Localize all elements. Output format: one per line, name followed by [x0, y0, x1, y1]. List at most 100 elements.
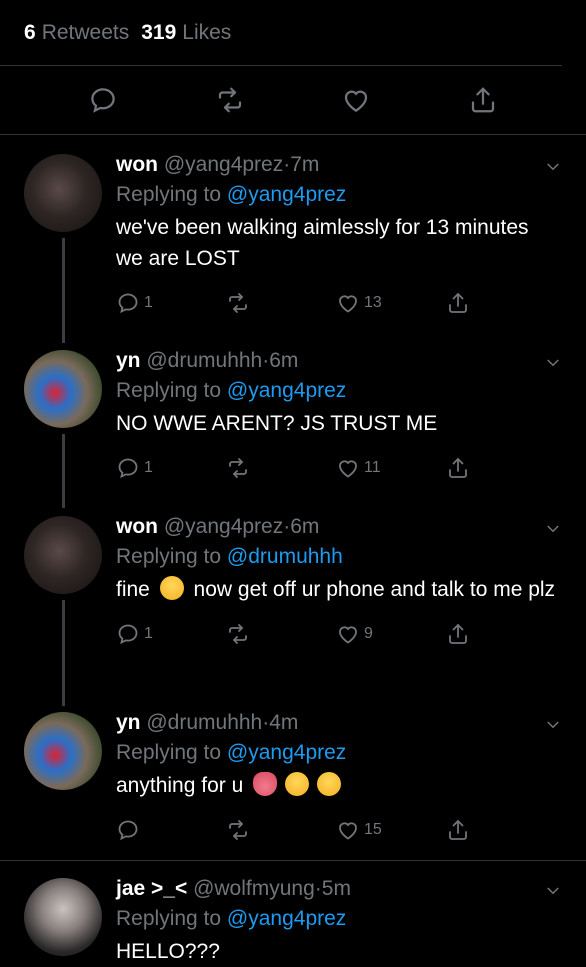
tweet-actions: 1 11	[116, 455, 556, 481]
reply-button[interactable]	[86, 83, 120, 117]
tweet-action-bar	[0, 66, 586, 135]
handle[interactable]: @drumuhhh	[146, 711, 262, 734]
reply-tweet[interactable]: won @yang4prez·6m Replying to @drumuhhh …	[0, 512, 586, 647]
like-button[interactable]	[339, 83, 373, 117]
like-count: 11	[364, 459, 381, 476]
display-name[interactable]: yn	[116, 711, 141, 734]
reply-icon	[118, 820, 138, 841]
reply-icon	[118, 458, 138, 479]
share-button[interactable]	[446, 622, 556, 646]
tweet-text-content: anything for u	[116, 774, 244, 797]
like-count: 9	[364, 625, 373, 642]
display-name[interactable]: jae >_<	[116, 877, 187, 900]
tweet-header: yn @drumuhhh·4m	[116, 711, 299, 734]
avatar[interactable]	[24, 350, 102, 428]
tweet-text: anything for u	[116, 770, 556, 801]
like-icon	[339, 460, 357, 478]
mention-link[interactable]: @drumuhhh	[227, 545, 343, 568]
replying-to: Replying to @yang4prez	[116, 904, 556, 934]
like-count: 15	[364, 821, 382, 838]
chevron-down-icon[interactable]	[544, 354, 562, 372]
reply-tweet[interactable]: won @yang4prez·7m Replying to @yang4prez…	[0, 150, 586, 316]
reply-button[interactable]: 1	[116, 622, 226, 646]
share-button[interactable]	[446, 291, 556, 315]
retweet-button[interactable]	[226, 456, 336, 480]
reply-tweet[interactable]: yn @drumuhhh·4m Replying to @yang4prez a…	[0, 708, 586, 843]
display-name[interactable]: won	[116, 515, 158, 538]
replying-prefix: Replying to	[116, 183, 222, 206]
chevron-down-icon[interactable]	[544, 158, 562, 176]
like-button[interactable]: 11	[336, 456, 446, 480]
like-icon	[339, 822, 357, 840]
display-name[interactable]: yn	[116, 349, 141, 372]
avatar[interactable]	[24, 516, 102, 594]
like-button[interactable]: 9	[336, 622, 446, 646]
timestamp[interactable]: 6m	[269, 349, 298, 372]
tweet-text: we've been walking aimlessly for 13 minu…	[116, 216, 529, 270]
replying-to: Replying to @yang4prez	[116, 376, 556, 406]
likes-label[interactable]: Likes	[182, 21, 231, 45]
reply-count: 1	[144, 459, 153, 476]
reply-icon	[118, 293, 138, 314]
mention-link[interactable]: @yang4prez	[227, 183, 346, 206]
share-icon	[471, 87, 494, 113]
mention-link[interactable]: @yang4prez	[227, 379, 346, 402]
retweet-button[interactable]	[226, 291, 336, 315]
reply-count: 1	[144, 625, 153, 642]
replying-prefix: Replying to	[116, 741, 222, 764]
share-icon	[449, 458, 467, 478]
reply-button[interactable]	[116, 818, 226, 842]
weary-face-emoji	[285, 772, 310, 796]
avatar[interactable]	[24, 154, 102, 232]
handle[interactable]: @yang4prez	[164, 153, 283, 176]
retweet-button[interactable]	[213, 83, 247, 117]
display-name[interactable]: won	[116, 153, 158, 176]
mention-link[interactable]: @yang4prez	[227, 741, 346, 764]
tweet-header: yn @drumuhhh·6m	[116, 349, 299, 372]
like-button[interactable]: 13	[336, 291, 446, 315]
like-button[interactable]: 15	[336, 818, 446, 842]
replying-to: Replying to @drumuhhh	[116, 542, 556, 572]
handle[interactable]: @drumuhhh	[146, 349, 262, 372]
share-button[interactable]	[446, 456, 556, 480]
retweets-label[interactable]: Retweets	[42, 21, 130, 45]
share-button[interactable]	[466, 83, 500, 117]
timestamp[interactable]: 7m	[290, 153, 319, 176]
like-icon	[339, 626, 357, 644]
share-button[interactable]	[446, 818, 556, 842]
tweet-text-start: fine	[116, 578, 150, 601]
chevron-down-icon[interactable]	[544, 716, 562, 734]
avatar[interactable]	[24, 878, 102, 956]
reply-button[interactable]: 1	[116, 291, 226, 315]
like-icon	[345, 90, 368, 112]
tweet-stats: 6 Retweets 319 Likes	[0, 0, 562, 66]
timestamp[interactable]: 5m	[322, 877, 351, 900]
chevron-down-icon[interactable]	[544, 520, 562, 538]
avatar[interactable]	[24, 712, 102, 790]
retweet-button[interactable]	[226, 622, 336, 646]
replying-prefix: Replying to	[116, 545, 222, 568]
likes-count[interactable]: 319	[141, 21, 176, 45]
retweet-icon	[218, 87, 241, 113]
retweet-icon	[229, 458, 247, 478]
handle[interactable]: @yang4prez	[164, 515, 283, 538]
handle[interactable]: @wolfmyung	[193, 877, 315, 900]
mention-link[interactable]: @yang4prez	[227, 907, 346, 930]
timestamp[interactable]: 6m	[290, 515, 319, 538]
tweet-actions: 1 9	[116, 621, 556, 647]
retweet-button[interactable]	[226, 818, 336, 842]
tweet-text: fine now get off ur phone and talk to me…	[116, 574, 556, 605]
retweets-count[interactable]: 6	[24, 21, 36, 45]
reply-icon	[91, 88, 116, 113]
share-icon	[449, 293, 467, 313]
reply-tweet[interactable]: jae >_< @wolfmyung·5m Replying to @yang4…	[0, 874, 586, 967]
chevron-down-icon[interactable]	[544, 882, 562, 900]
replying-to: Replying to @yang4prez	[116, 738, 556, 768]
timestamp[interactable]: 4m	[269, 711, 298, 734]
tweet-actions: 15	[116, 817, 556, 843]
reply-button[interactable]: 1	[116, 456, 226, 480]
reply-tweet[interactable]: yn @drumuhhh·6m Replying to @yang4prez N…	[0, 346, 586, 481]
divider	[0, 860, 586, 861]
replying-prefix: Replying to	[116, 907, 222, 930]
tweet-text-end: now get off ur phone and talk to me plz	[193, 578, 556, 601]
